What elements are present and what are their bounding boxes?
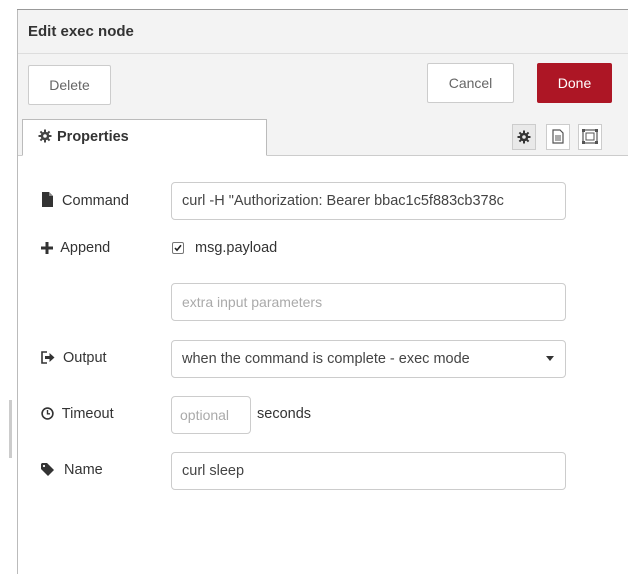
timeout-label-text: Timeout: [61, 406, 114, 422]
output-select[interactable]: when the command is complete - exec mode: [171, 340, 566, 378]
output-label: Output: [41, 350, 107, 366]
clock-icon: [41, 406, 62, 422]
extra-parameters-input[interactable]: extra input parameters: [171, 283, 566, 321]
delete-button[interactable]: Delete: [28, 65, 111, 105]
append-payload-checkbox[interactable]: [172, 242, 184, 254]
cancel-button[interactable]: Cancel: [427, 63, 514, 103]
plus-icon: [41, 240, 60, 256]
tab-appearance-button[interactable]: [578, 124, 602, 150]
timeout-label: Timeout: [41, 406, 114, 422]
name-label: Name: [41, 462, 103, 478]
tab-bar: Properties: [18, 116, 628, 156]
tab-description-button[interactable]: [546, 124, 570, 150]
output-label-text: Output: [63, 350, 107, 366]
tag-icon: [41, 462, 64, 478]
output-select-value: when the command is complete - exec mode: [182, 351, 470, 367]
timeout-units-label: seconds: [257, 406, 312, 422]
append-payload-label: msg.payload: [195, 240, 278, 256]
sign-out-icon: [41, 350, 63, 366]
append-label-text: Append: [60, 240, 111, 256]
done-button[interactable]: Done: [537, 63, 612, 103]
append-label: Append: [41, 240, 110, 256]
name-input[interactable]: curl sleep: [171, 452, 566, 490]
tray-title: Edit exec node: [28, 23, 134, 40]
tray-header: Edit exec node: [18, 10, 628, 54]
tab-settings-button[interactable]: [512, 124, 536, 150]
name-label-text: Name: [64, 462, 103, 478]
gear-icon: [38, 129, 52, 143]
chevron-down-icon: [546, 356, 554, 361]
tab-properties-label: Properties: [57, 129, 129, 145]
command-input[interactable]: curl -H "Authorization: Bearer bbac1c5f8…: [171, 182, 566, 220]
tray-toolbar: Delete Cancel Done: [18, 54, 628, 116]
file-icon: [41, 192, 62, 209]
command-label-text: Command: [62, 193, 129, 209]
edit-node-tray: Edit exec node Delete Cancel Done Proper…: [0, 0, 628, 574]
timeout-input[interactable]: optional: [171, 396, 251, 434]
tab-properties[interactable]: Properties: [22, 119, 267, 156]
tray-resize-handle[interactable]: [9, 400, 12, 458]
command-label: Command: [41, 192, 129, 209]
